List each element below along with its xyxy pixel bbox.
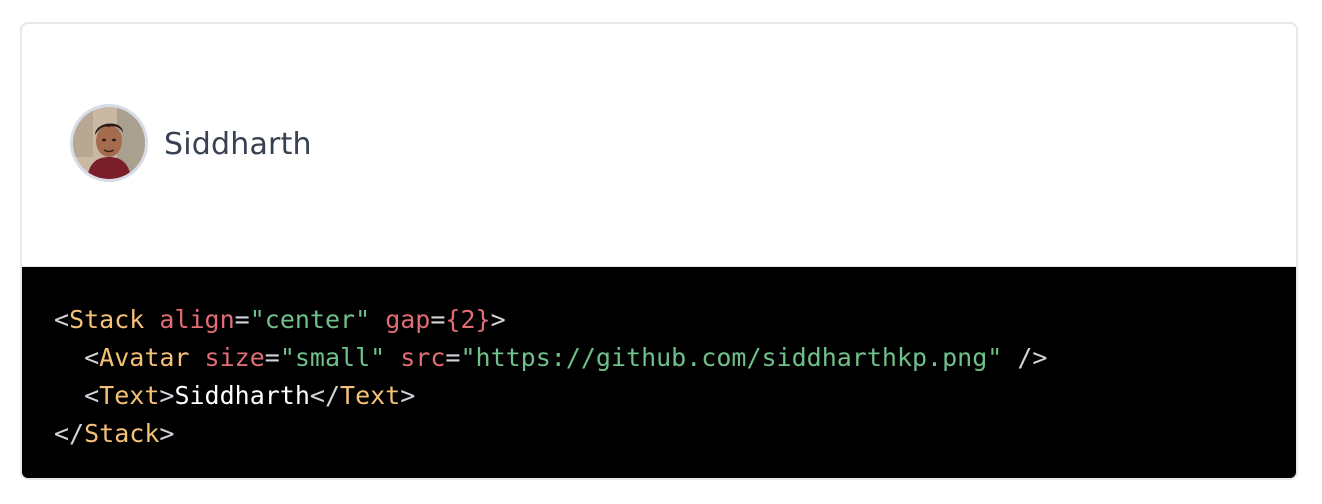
preview-panel: Siddharth xyxy=(22,24,1296,267)
code-tag: Text xyxy=(99,381,160,410)
avatar-name-text: Siddharth xyxy=(164,126,312,162)
code-attr: size xyxy=(204,343,265,372)
code-token: < xyxy=(84,381,100,410)
code-token: < xyxy=(84,343,100,372)
avatar xyxy=(70,104,148,182)
code-token: < xyxy=(54,305,70,334)
code-attr: gap xyxy=(385,305,431,334)
code-block: <Stack align="center" gap={2}> <Avatar s… xyxy=(22,267,1296,478)
code-tag: Stack xyxy=(84,419,160,448)
code-attr: align xyxy=(159,305,235,334)
code-line-3: <Text>Siddharth</Text> xyxy=(54,377,1296,415)
code-token: > xyxy=(400,381,416,410)
code-token: /> xyxy=(1002,343,1048,372)
code-token: = xyxy=(430,305,446,334)
code-string: "https://github.com/siddharthkp.png" xyxy=(460,343,1003,372)
code-attr: src xyxy=(400,343,446,372)
code-line-1: <Stack align="center" gap={2}> xyxy=(54,301,1296,339)
code-text: Siddharth xyxy=(174,381,310,410)
code-token: </ xyxy=(54,419,85,448)
code-line-2: <Avatar size="small" src="https://github… xyxy=(54,339,1296,377)
code-string: "small" xyxy=(279,343,386,372)
code-token: > xyxy=(159,381,175,410)
avatar-photo-icon xyxy=(73,107,145,179)
code-token: = xyxy=(264,343,280,372)
code-string: "center" xyxy=(249,305,371,334)
code-expression: {2} xyxy=(445,305,491,334)
code-token: > xyxy=(159,419,175,448)
code-line-4: </Stack> xyxy=(54,415,1296,453)
code-token: = xyxy=(234,305,250,334)
code-tag: Avatar xyxy=(99,343,190,372)
code-tag: Text xyxy=(340,381,401,410)
code-token: </ xyxy=(309,381,341,410)
example-card: Siddharth <Stack align="center" gap={2}>… xyxy=(20,22,1298,480)
code-token: > xyxy=(490,305,506,334)
code-token: = xyxy=(445,343,461,372)
stack: Siddharth xyxy=(70,104,312,182)
code-tag: Stack xyxy=(69,305,145,334)
